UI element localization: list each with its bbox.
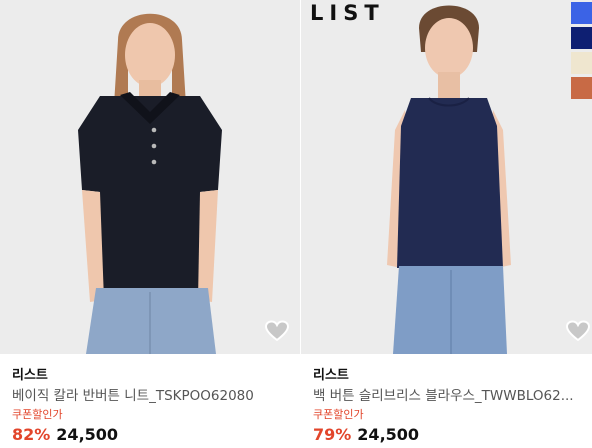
- product-card[interactable]: 리스트 베이직 칼라 반버튼 니트_TSKPOO62080 쿠폰할인가 82% 2…: [0, 0, 300, 448]
- coupon-label: 쿠폰할인가: [12, 408, 63, 421]
- color-swatch[interactable]: [571, 77, 592, 99]
- product-card[interactable]: LIST 리스트 백 버튼 슬리브리스 블라우스_TWWBLO62... 쿠폰할…: [301, 0, 592, 448]
- color-swatch[interactable]: [571, 2, 592, 24]
- brand-name[interactable]: 리스트: [12, 364, 48, 383]
- product-photo[interactable]: [0, 0, 300, 354]
- model-sleeveless-blouse-image: [301, 0, 592, 354]
- product-title[interactable]: 베이직 칼라 반버튼 니트_TSKPOO62080: [12, 384, 254, 404]
- discount-rate: 79%: [313, 425, 352, 444]
- product-photo[interactable]: LIST: [301, 0, 592, 354]
- brand-name[interactable]: 리스트: [313, 364, 349, 383]
- product-title[interactable]: 백 버튼 슬리브리스 블라우스_TWWBLO62...: [313, 384, 574, 404]
- discount-rate: 82%: [12, 425, 51, 444]
- heart-outline-icon[interactable]: [566, 320, 590, 342]
- heart-outline-icon[interactable]: [265, 320, 289, 342]
- price: 24,500: [56, 425, 119, 444]
- brand-logo: LIST: [310, 1, 385, 25]
- price-row: 79% 24,500: [313, 425, 419, 444]
- model-polo-knit-image: [0, 0, 300, 354]
- price: 24,500: [357, 425, 420, 444]
- color-swatch[interactable]: [571, 52, 592, 74]
- color-swatch[interactable]: [571, 27, 592, 49]
- coupon-label: 쿠폰할인가: [313, 408, 364, 421]
- price-row: 82% 24,500: [12, 425, 118, 444]
- product-grid: 리스트 베이직 칼라 반버튼 니트_TSKPOO62080 쿠폰할인가 82% 2…: [0, 0, 592, 448]
